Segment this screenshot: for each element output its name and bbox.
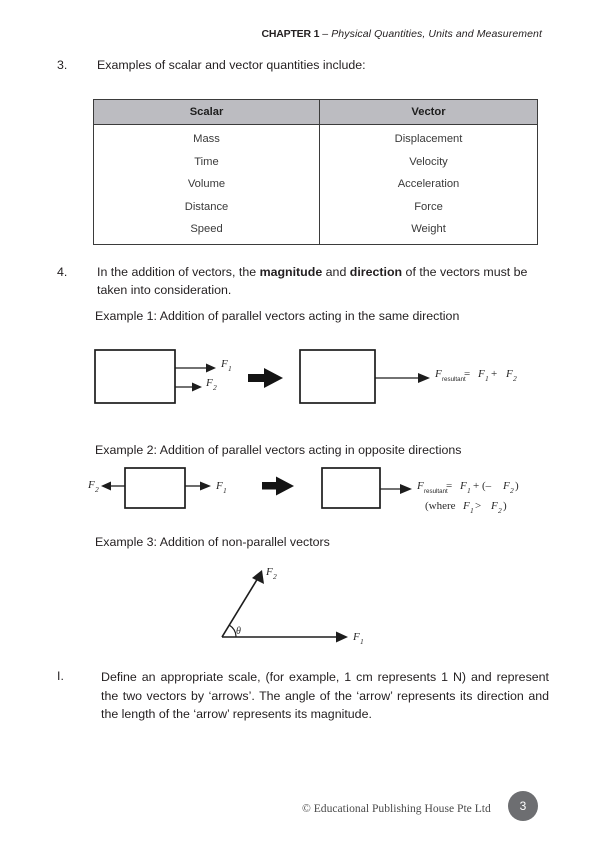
example-2-close-paren: ) [515, 480, 519, 492]
table-row: Time Velocity [94, 150, 537, 173]
table-row: Distance Force [94, 195, 537, 218]
list-item-roman-1: I. Define an appropriate scale, (for exa… [57, 668, 549, 724]
table-row: Volume Acceleration [94, 173, 537, 196]
example-3-f2-label: F [265, 566, 273, 578]
table-header-vector: Vector [319, 100, 537, 125]
example-2-note-b: F [490, 500, 498, 512]
table-row: Speed Weight [94, 218, 537, 244]
example-2-f1-label: F [215, 480, 223, 492]
table-cell-vector: Displacement [394, 133, 463, 146]
example-1-resultant-f: F [434, 368, 442, 380]
table-cell-vector: Force [414, 200, 443, 213]
example-1-caption: Example 1: Addition of parallel vectors … [95, 309, 460, 323]
example-2-term-a-subscript: 1 [467, 486, 471, 495]
item4-text-2: and [322, 265, 350, 279]
example-1-term-b-subscript: 2 [513, 374, 517, 383]
example-2-term-b-subscript: 2 [510, 486, 514, 495]
example-2-caption: Example 2: Addition of parallel vectors … [95, 443, 462, 457]
example-2-note-gt: > [475, 500, 481, 512]
list-item-4-number: 4. [57, 265, 68, 279]
example-3-f2-vector-shaft [221, 577, 259, 638]
list-item-3-number: 3. [57, 58, 68, 72]
example-1-f1-subscript: 1 [228, 364, 232, 373]
example-2-f2-label: F [87, 479, 95, 491]
scalar-vector-table: Scalar Vector Mass Displacement Time Vel… [93, 99, 538, 245]
page-header: CHAPTER 1 – Physical Quantities, Units a… [0, 28, 542, 40]
example-3-f1-vector-head [336, 631, 348, 643]
item4-bold-magnitude: magnitude [259, 265, 323, 279]
example-2-f2-subscript: 2 [95, 485, 99, 494]
example-2-resultant-arrow-head [400, 484, 412, 494]
example-3-f2-subscript: 2 [273, 572, 277, 581]
example-2-plus-minus: + (– [473, 480, 492, 492]
example-2-f1-subscript: 1 [223, 486, 227, 495]
example-3-theta-label: θ [236, 626, 241, 637]
list-item-4-text: In the addition of vectors, the magnitud… [97, 264, 547, 299]
list-item-roman-1-text: Define an appropriate scale, (for exampl… [101, 670, 549, 721]
example-1-term-b: F [505, 368, 513, 380]
example-1-f1-label: F [220, 358, 228, 370]
table-header-row: Scalar Vector [94, 100, 537, 125]
example-2-note-b-subscript: 2 [498, 506, 502, 515]
example-1-plus: + [491, 368, 497, 380]
example-3-angle-arc [229, 624, 237, 638]
page-number-badge: 3 [508, 791, 538, 821]
item4-text-1: In the addition of vectors, the [97, 265, 260, 279]
table-cell-scalar: Speed [94, 218, 320, 244]
example-2-resultant-subscript: resultant [424, 488, 448, 495]
table-cell-scalar: Mass [94, 124, 320, 151]
example-1-left-box [94, 349, 176, 404]
example-1-term-a: F [477, 368, 485, 380]
page-footer: © Educational Publishing House Pte Ltd 3 [0, 791, 600, 838]
example-3-f2-vector-head [252, 570, 264, 584]
example-2-note-open: (where [425, 500, 456, 512]
table-cell-vector: Acceleration [397, 178, 460, 191]
header-dash: – [319, 28, 332, 40]
table-cell-vector: Velocity [409, 155, 448, 168]
example-1-transition-arrow-icon [248, 368, 283, 388]
example-1-f2-arrow-head [192, 382, 202, 392]
table-header-scalar: Scalar [94, 100, 320, 125]
table-cell-scalar: Volume [94, 173, 320, 196]
example-1-resultant-subscript: resultant [442, 376, 466, 383]
table-cell-vector: Weight [411, 223, 446, 236]
example-2-term-a: F [459, 480, 467, 492]
example-3-f1-label: F [352, 631, 360, 643]
item4-bold-direction: direction [349, 265, 403, 279]
list-item-4: 4. In the addition of vectors, the magni… [57, 264, 547, 299]
list-item-roman-1-number: I. [57, 669, 64, 683]
list-item-3-text: Examples of scalar and vector quantities… [97, 58, 366, 72]
example-2-note-close: ) [503, 500, 507, 512]
example-1-right-box [299, 349, 376, 404]
example-2-resultant-f: F [416, 480, 424, 492]
example-2-left-box [124, 467, 186, 509]
example-2-f1-arrow-head [200, 481, 211, 491]
example-2-note-a: F [462, 500, 470, 512]
example-3-caption: Example 3: Addition of non-parallel vect… [95, 535, 330, 549]
example-1-resultant-equals: = [464, 368, 470, 380]
table-cell-scalar: Distance [94, 195, 320, 218]
header-chapter-label: CHAPTER 1 [261, 28, 320, 40]
example-1-f2-label: F [205, 377, 213, 389]
table-cell-scalar: Time [94, 150, 320, 173]
example-2-resultant-equals: = [446, 480, 452, 492]
header-chapter-title: Physical Quantities, Units and Measureme… [331, 28, 542, 40]
example-2-term-b: F [502, 480, 510, 492]
example-1-term-a-subscript: 1 [485, 374, 489, 383]
example-2-right-box [321, 467, 381, 509]
example-1-f1-arrow-head [206, 363, 216, 373]
copyright-text: © Educational Publishing House Pte Ltd [302, 802, 491, 815]
example-1-f2-subscript: 2 [213, 383, 217, 392]
list-item-3: 3. Examples of scalar and vector quantit… [57, 57, 547, 75]
example-2-transition-arrow-icon [262, 476, 294, 496]
example-2-note-a-subscript: 1 [470, 506, 474, 515]
example-2-f2-arrow-head [101, 481, 111, 491]
example-1-resultant-arrow-head [418, 373, 430, 383]
example-3-f1-subscript: 1 [360, 637, 364, 646]
table-row: Mass Displacement [94, 124, 537, 151]
